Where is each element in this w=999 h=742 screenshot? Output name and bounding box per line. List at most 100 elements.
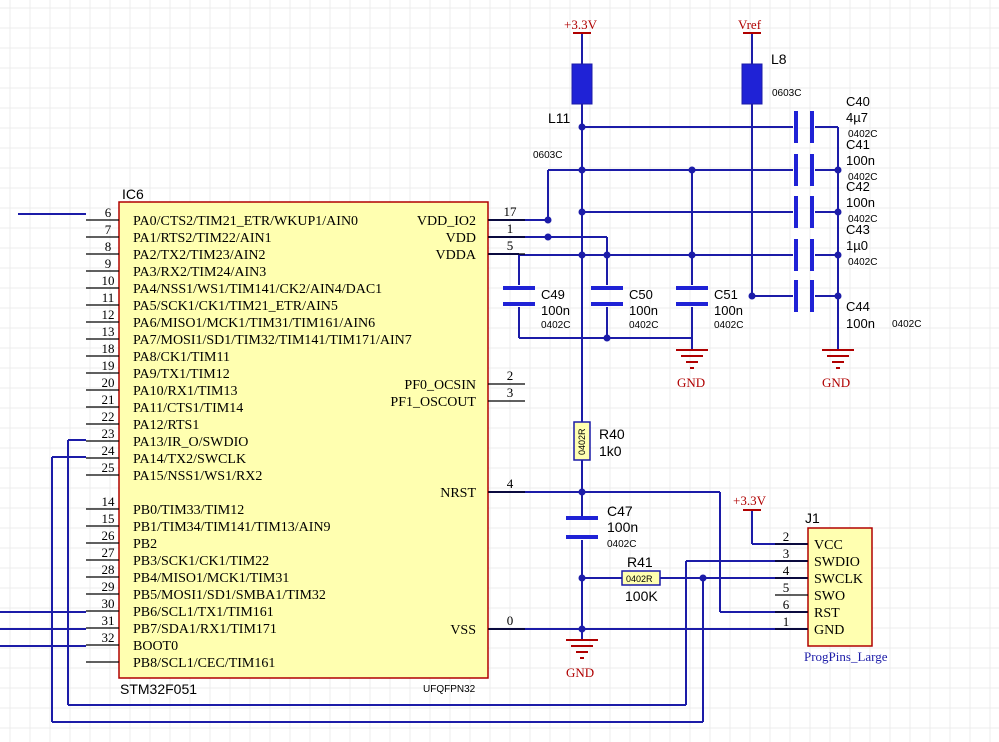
ic6-pin-name: PA15/NSS1/WS1/RX2 [133,469,262,484]
connector-j1-ref: J1 [805,510,820,526]
capacitor-c50[interactable]: C50100n 0402C [591,286,658,331]
ic6-pin-number: 17 [504,204,518,219]
ic6-pin-number: 9 [105,256,112,271]
capacitor-pkg: 0402C [629,320,658,331]
ic6-pin-name: PA12/RTS1 [133,418,199,433]
connector-j1[interactable]: J1 ProgPins_Large [804,510,888,664]
ic6-pin-name: PA10/RX1/TIM13 [133,384,238,399]
caps-right-column: C404µ70402CC41100n 0402C C42100n0402CC431µ… [794,94,921,331]
capacitor-c40[interactable]: C404µ70402C [794,94,877,143]
ic6-package: UFQFPN32 [423,684,476,695]
j1-pin-name: VCC [814,538,843,553]
ic6-pin-name: PF1_OSCOUT [390,395,476,410]
ic6-pin-number: 29 [102,579,115,594]
gnd-label-bottom: GND [566,665,594,680]
gnd-label-right: GND [822,375,850,390]
capacitor-value: 100n [629,303,658,318]
ic6-pin-number: 6 [105,205,112,220]
inductor-l11[interactable]: L11 0603C [533,63,593,161]
ic6-pin-number: 25 [102,460,115,475]
capacitor-c43[interactable]: C431µ0 0402C [794,222,877,271]
j1-pin-number: 4 [783,563,790,578]
power-label-3v3-j1: +3.3V [733,493,767,508]
schematic-canvas: IC6 STM32F051 UFQFPN32 6 PA0/CTS2/TIM21_E… [0,0,999,742]
power-symbol-vref: Vref [738,17,762,34]
ic6-pin-name: PA6/MISO1/MCK1/TIM31/TIM161/AIN6 [133,316,375,331]
inductor-l8-body [741,63,763,105]
ic6-pin-name: VSS [450,623,476,638]
ic6-pin-number: 8 [105,239,112,254]
ic6-pin-name: PB6/SCL1/TX1/TIM161 [133,605,274,620]
ic6-pin-name: PB4/MISO1/MCK1/TIM31 [133,571,289,586]
resistor-r41-value: 100K [625,588,658,604]
capacitor-ref: C44 [846,299,870,314]
j1-pin-name: RST [814,606,840,621]
ic6-pin-number: 12 [102,307,115,322]
capacitor-ref: C40 [846,94,870,109]
capacitor-ref: C49 [541,287,565,302]
ic6-pin-number: 23 [102,426,115,441]
ic6-pin-number: 10 [102,273,115,288]
power-label-3v3: +3.3V [564,17,598,32]
ic6-pin-name: PB0/TIM33/TIM12 [133,503,244,518]
ic6-pin-number: 1 [507,221,514,236]
ic6-pin-name: PB1/TIM34/TIM141/TIM13/AIN9 [133,520,331,535]
resistor-r41-pkg: 0402R [626,574,653,584]
ic6-pin-name: PA8/CK1/TIM11 [133,350,230,365]
resistor-r41[interactable]: 0402R R41 100K [621,554,661,604]
resistor-r40-value: 1k0 [599,443,622,459]
ic6-pin-name: PA4/NSS1/WS1/TIM141/CK2/AIN4/DAC1 [133,282,382,297]
ic6-pin-number: 2 [507,368,514,383]
ic6-pin-number: 20 [102,375,115,390]
capacitor-c42[interactable]: C42100n0402C [794,179,877,228]
resistor-r41-ref: R41 [627,554,653,570]
j1-pin-number: 2 [783,529,790,544]
capacitor-value: 100n [846,153,875,168]
gnd-label-mid: GND [677,375,705,390]
ic6-pin-number: 26 [102,528,116,543]
ic6-pin-number: 31 [102,613,115,628]
power-symbol-3v3-top: +3.3V [564,17,598,34]
capacitor-ref: C51 [714,287,738,302]
capacitor-value: 1µ0 [846,238,868,253]
ic6-pin-name: VDD_IO2 [417,214,476,229]
capacitor-value: 100n [714,303,743,318]
capacitor-value: 4µ7 [846,110,868,125]
capacitor-c47[interactable]: C47 100n 0402C [566,503,638,550]
gnd-symbol-right: GND [822,349,854,390]
inductor-l8-pkg: 0603C [772,88,801,99]
ic6-pin-name: PA1/RTS2/TIM22/AIN1 [133,231,272,246]
ic6-pin-number: 0 [507,613,514,628]
resistor-r40[interactable]: 0402R R40 1k0 [573,421,625,461]
ic6-pin-number: 14 [102,494,116,509]
j1-pin-name: GND [814,623,844,638]
ic6-pin-name: PB7/SDA1/RX1/TIM171 [133,622,277,637]
ic6-pin-name: PA13/IR_O/SWDIO [133,435,248,450]
ic6-pin-number: 5 [507,238,514,253]
ic6-pin-name: PA9/TX1/TIM12 [133,367,230,382]
ic6-pin-number: 27 [102,545,116,560]
ic6-pin-number: 3 [507,385,514,400]
ic6-pin-name: PA5/SCK1/CK1/TIM21_ETR/AIN5 [133,299,338,314]
ic6-pin-name: PB8/SCL1/CEC/TIM161 [133,656,275,671]
capacitor-pkg: 0402C [892,319,921,330]
capacitor-ref: C43 [846,222,870,237]
inductor-l8[interactable]: L8 0603C [741,51,801,105]
ic6-pin-name: PA11/CTS1/TIM14 [133,401,243,416]
ic6-pin-name: PB2 [133,537,157,552]
j1-pin-name: SWDIO [814,555,860,570]
ic6-pin-name: PA7/MOSI1/SD1/TIM32/TIM141/TIM171/AIN7 [133,333,412,348]
j1-pin-number: 1 [783,614,790,629]
capacitor-c47-pkg: 0402C [607,539,636,550]
ic6-pin-number: 24 [102,443,116,458]
capacitor-ref: C50 [629,287,653,302]
resistor-r40-ref: R40 [599,426,625,442]
capacitor-c49[interactable]: C49100n 0402C [503,286,570,331]
ic6-pin-number: 4 [507,476,514,491]
caps-middle-row: C49100n0402CC50100n0402CC51100n0402C [503,286,743,331]
capacitor-ref: C41 [846,137,870,152]
ic6-pin-number: 28 [102,562,115,577]
j1-pin-number: 3 [783,546,790,561]
ic6-pin-number: 15 [102,511,115,526]
ic6-pin-name: PA0/CTS2/TIM21_ETR/WKUP1/AIN0 [133,214,358,229]
